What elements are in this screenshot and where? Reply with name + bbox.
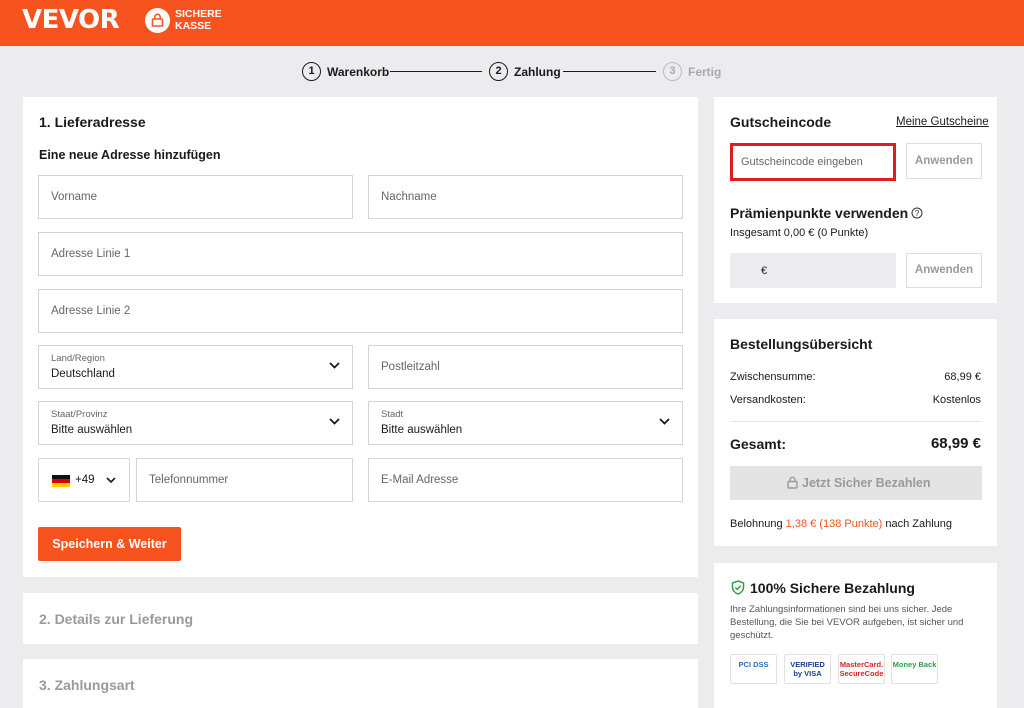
step-connector — [390, 71, 482, 72]
country-select[interactable]: Land/Region Deutschland — [38, 345, 353, 389]
reward-points-title: Prämienpunkte verwenden — [730, 205, 909, 221]
help-icon[interactable]: ? — [911, 207, 923, 219]
verified-by-visa-badge: VERIFIED by VISA — [784, 654, 831, 684]
total-value: 68,99 € — [930, 435, 981, 452]
lock-icon — [145, 8, 170, 33]
phone-country-select[interactable]: +49 — [38, 458, 130, 502]
reward-info: Belohnung 1,38 € (138 Punkte) nach Zahlu… — [730, 518, 953, 530]
order-summary-card — [714, 319, 997, 546]
email-field[interactable]: E-Mail Adresse — [368, 458, 683, 502]
chevron-down-icon — [659, 418, 670, 425]
address-card — [23, 97, 698, 577]
apply-points-button[interactable]: Anwenden — [906, 253, 982, 288]
mastercard-securecode-badge: MasterCard. SecureCode — [838, 654, 885, 684]
payment-section-title: 3. Zahlungsart — [39, 677, 135, 693]
address-line1-field[interactable]: Adresse Linie 1 — [38, 232, 683, 276]
shield-check-icon — [731, 580, 745, 595]
address-section-title: 1. Lieferadresse — [39, 114, 146, 130]
shipping-value: Kostenlos — [932, 394, 981, 406]
address-line2-field[interactable]: Adresse Linie 2 — [38, 289, 683, 333]
chevron-down-icon — [106, 477, 116, 483]
total-label: Gesamt: — [730, 436, 787, 452]
top-header: VEVOR SICHERE KASSE — [0, 0, 1024, 46]
city-select[interactable]: Stadt Bitte auswählen — [368, 401, 683, 445]
postal-code-field[interactable]: Postleitzahl — [368, 345, 683, 389]
delivery-section-title: 2. Details zur Lieferung — [39, 611, 194, 627]
step-1-label: Warenkorb — [327, 65, 390, 79]
step-2-number: 2 — [489, 62, 508, 81]
reward-amount: 1,38 € (138 Punkte) — [785, 518, 883, 530]
new-address-heading: Eine neue Adresse hinzufügen — [39, 148, 221, 162]
step-1-number: 1 — [302, 62, 321, 81]
checkout-progress: 1 Warenkorb 2 Zahlung 3 Fertig — [0, 62, 1024, 82]
first-name-field[interactable]: Vorname — [38, 175, 353, 219]
secure-payment-title: 100% Sichere Bezahlung — [750, 580, 915, 596]
svg-text:?: ? — [915, 209, 920, 218]
summary-divider — [730, 421, 982, 422]
germany-flag-icon — [52, 475, 70, 487]
my-coupons-link[interactable]: Meine Gutscheine — [896, 116, 989, 128]
points-total-text: Insgesamt 0,00 € (0 Punkte) — [730, 227, 869, 239]
pay-now-button[interactable]: Jetzt Sicher Bezahlen — [730, 466, 982, 500]
step-3-label: Fertig — [688, 65, 722, 79]
step-3-number: 3 — [663, 62, 682, 81]
chevron-down-icon — [329, 418, 340, 425]
subtotal-label: Zwischensumme: — [730, 371, 816, 383]
subtotal-value: 68,99 € — [944, 371, 981, 383]
state-select[interactable]: Staat/Provinz Bitte auswählen — [38, 401, 353, 445]
coupon-code-input[interactable]: Gutscheincode eingeben — [730, 143, 896, 181]
shipping-label: Versandkosten: — [730, 394, 806, 406]
vevor-logo[interactable]: VEVOR — [22, 5, 120, 35]
coupon-title: Gutscheincode — [730, 114, 832, 130]
order-summary-title: Bestellungsübersicht — [730, 336, 873, 352]
step-2-label: Zahlung — [514, 65, 561, 79]
step-connector — [563, 71, 656, 72]
save-continue-button[interactable]: Speichern & Weiter — [38, 527, 181, 561]
money-back-badge: Money Back — [891, 654, 938, 684]
pci-dss-badge: PCI DSS — [730, 654, 777, 684]
lock-icon — [787, 476, 798, 489]
secure-payment-text: Ihre Zahlungsinformationen sind bei uns … — [730, 604, 964, 641]
apply-coupon-button[interactable]: Anwenden — [906, 143, 982, 179]
secure-checkout-label: SICHERE KASSE — [175, 8, 222, 32]
points-amount-input[interactable]: € — [730, 253, 896, 288]
phone-number-field[interactable]: Telefonnummer — [136, 458, 353, 502]
last-name-field[interactable]: Nachname — [368, 175, 683, 219]
chevron-down-icon — [329, 362, 340, 369]
